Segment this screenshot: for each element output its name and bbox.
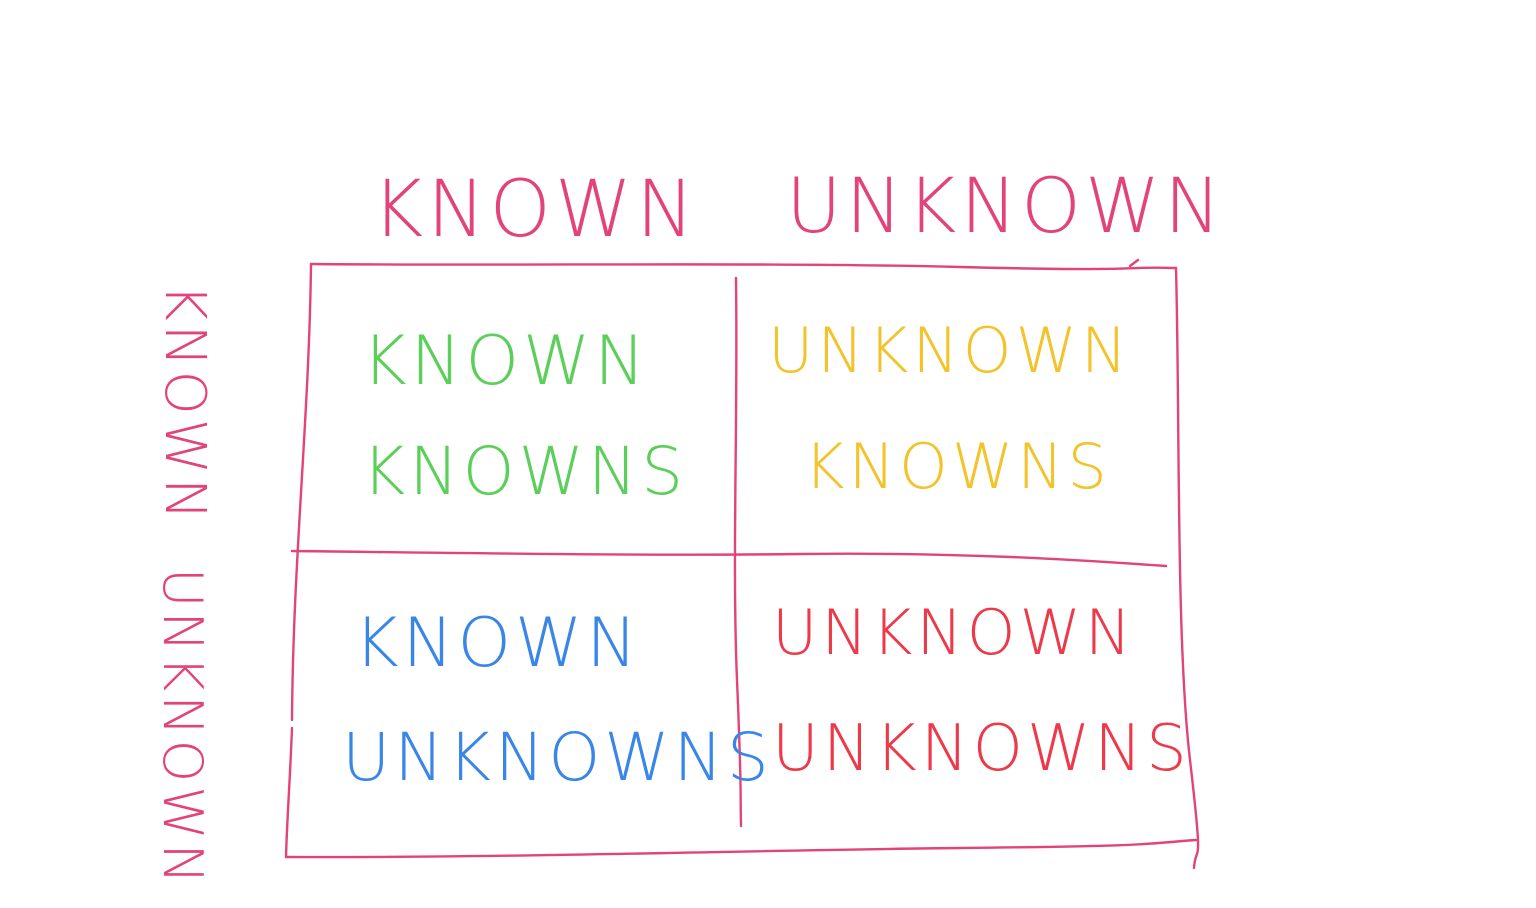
row-header-known: Known	[152, 284, 217, 524]
grid-middle-horizontal-line	[290, 549, 1168, 568]
unknown-unknowns-line1: Unknown	[772, 596, 1135, 669]
known-unknowns-line1: Known	[354, 604, 641, 683]
row-header-unknown: Unknown	[151, 568, 214, 888]
unknown-knowns-line2: Knowns	[804, 430, 1111, 503]
knowns-unknowns-matrix: Known Unknown Known Unknown Known Knowns…	[151, 161, 1225, 888]
quadrant-unknown-knowns: Unknown Knowns	[768, 314, 1131, 503]
grid-left-line	[290, 263, 313, 722]
known-knowns-line1: Known	[362, 322, 649, 401]
grid-left-line-lower	[284, 726, 294, 859]
unknown-unknowns-line2: Unknowns	[772, 712, 1191, 786]
grid-top-line-flick	[1128, 258, 1140, 268]
known-unknowns-line2: Unknowns	[342, 719, 773, 796]
quadrant-unknown-unknowns: Unknown Unknowns	[772, 596, 1191, 786]
column-header-unknown: Unknown	[786, 161, 1225, 250]
known-knowns-line2: Knowns	[362, 433, 687, 510]
quadrant-known-unknowns: Known Unknowns	[342, 604, 773, 796]
unknown-knowns-line1: Unknown	[768, 314, 1131, 387]
column-header-known: Known	[372, 165, 698, 255]
grid-top-line	[309, 262, 1178, 271]
grid-bottom-line	[284, 838, 1198, 859]
quadrant-known-knowns: Known Knowns	[362, 322, 687, 510]
